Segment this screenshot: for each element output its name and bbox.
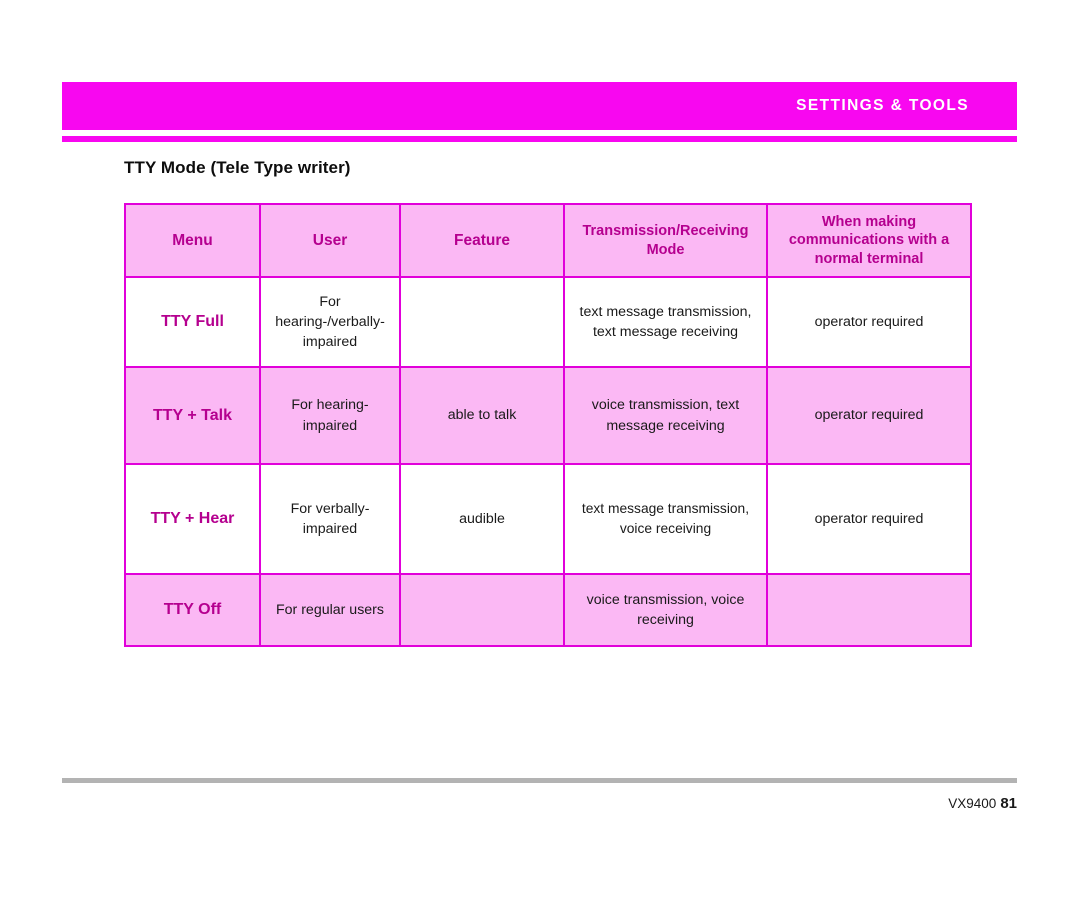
column-header-menu: Menu — [124, 203, 261, 278]
cell-menu: TTY + Hear — [124, 463, 261, 575]
cell-mode: voice transmission, voice receiving — [563, 573, 768, 647]
cell-menu: TTY + Talk — [124, 366, 261, 465]
tty-mode-table: Menu User Feature Transmission/Receiving… — [124, 203, 972, 647]
cell-feature — [399, 573, 565, 647]
cell-user: For hearing-impaired — [259, 366, 401, 465]
column-header-feature: Feature — [399, 203, 565, 278]
footer-divider-rule — [62, 778, 1017, 783]
header-divider-rule — [62, 136, 1017, 142]
cell-mode: text message transmission, text message … — [563, 276, 768, 368]
page-header-bar: SETTINGS & TOOLS — [62, 82, 1017, 130]
cell-user: For verbally-impaired — [259, 463, 401, 575]
cell-when: operator required — [766, 366, 972, 465]
table-row: TTY Off For regular users voice transmis… — [124, 573, 972, 647]
cell-when — [766, 573, 972, 647]
cell-feature: audible — [399, 463, 565, 575]
table-header: Menu User Feature Transmission/Receiving… — [124, 203, 972, 278]
cell-menu: TTY Full — [124, 276, 261, 368]
column-header-mode: Transmission/Receiving Mode — [563, 203, 768, 278]
table-row: TTY + Talk For hearing-impaired able to … — [124, 366, 972, 465]
page-header-title: SETTINGS & TOOLS — [796, 97, 969, 114]
cell-when: operator required — [766, 276, 972, 368]
column-header-when: When making communications with a normal… — [766, 203, 972, 278]
section-heading: TTY Mode (Tele Type writer) — [124, 158, 351, 177]
cell-when: operator required — [766, 463, 972, 575]
cell-menu: TTY Off — [124, 573, 261, 647]
cell-feature — [399, 276, 565, 368]
cell-user: For regular users — [259, 573, 401, 647]
cell-feature: able to talk — [399, 366, 565, 465]
footer-model: VX9400 — [948, 796, 997, 811]
table-header-row: Menu User Feature Transmission/Receiving… — [124, 203, 972, 278]
table-row: TTY Full For hearing-/verbally-impaired … — [124, 276, 972, 368]
footer: VX9400 81 — [948, 795, 1017, 812]
footer-page-number: 81 — [1000, 795, 1017, 812]
cell-mode: voice transmission, text message receivi… — [563, 366, 768, 465]
table-row: TTY + Hear For verbally-impaired audible… — [124, 463, 972, 575]
column-header-user: User — [259, 203, 401, 278]
cell-mode: text message transmission, voice receivi… — [563, 463, 768, 575]
document-page: SETTINGS & TOOLS TTY Mode (Tele Type wri… — [0, 0, 1080, 914]
table-body: TTY Full For hearing-/verbally-impaired … — [124, 276, 972, 647]
cell-user: For hearing-/verbally-impaired — [259, 276, 401, 368]
